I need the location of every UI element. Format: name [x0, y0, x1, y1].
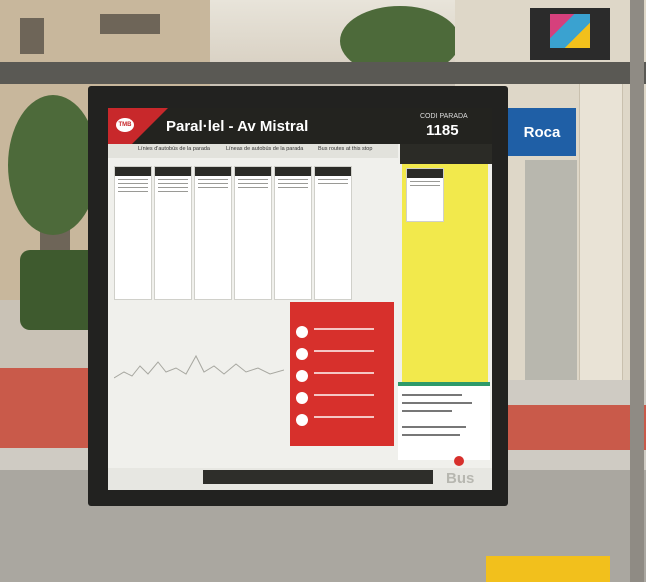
- subheader-spanish: Líneas de autobús de la parada: [226, 146, 304, 152]
- night-timetable: [406, 168, 444, 222]
- tmb-footer-logo: [454, 456, 464, 466]
- tactile-paving: [486, 556, 610, 582]
- bike-lane-right: [505, 405, 646, 450]
- timetable-5: [274, 166, 312, 300]
- timetable-3: [194, 166, 232, 300]
- tree-left: [8, 95, 98, 235]
- tmb-logo: TMB: [116, 118, 134, 132]
- panel-header: TMB Paral·lel - Av Mistral CODI PARADA 1…: [108, 108, 492, 144]
- info-panel: TMB Paral·lel - Av Mistral CODI PARADA 1…: [108, 108, 492, 490]
- timetable-4: [234, 166, 272, 300]
- skyline-sketch: [114, 354, 284, 379]
- stop-name: Paral·lel - Av Mistral: [166, 118, 309, 135]
- shelter-pole: [630, 0, 644, 582]
- contact-info: [398, 382, 490, 460]
- shelter-logo: [530, 8, 610, 60]
- panel-subheader: Línies d'autobús de la parada Líneas de …: [108, 144, 398, 158]
- timetable-1: [114, 166, 152, 300]
- accessibility-info: [290, 302, 394, 446]
- stop-code-label: CODI PARADA: [420, 113, 468, 120]
- night-bus-header: [400, 144, 492, 164]
- roca-shop-sign: Roca: [508, 108, 576, 156]
- shelter-roof-bar: [0, 62, 646, 84]
- stop-code: 1185: [426, 122, 459, 139]
- timetable-2: [154, 166, 192, 300]
- subheader-english: Bus routes at this stop: [318, 146, 373, 152]
- info-panel-frame: TMB Paral·lel - Av Mistral CODI PARADA 1…: [88, 86, 508, 506]
- timetable-6: [314, 166, 352, 300]
- footer-dark-strip: [203, 470, 433, 484]
- footer-bus-word: Bus: [446, 470, 475, 487]
- subheader-catalan: Línies d'autobús de la parada: [138, 146, 210, 152]
